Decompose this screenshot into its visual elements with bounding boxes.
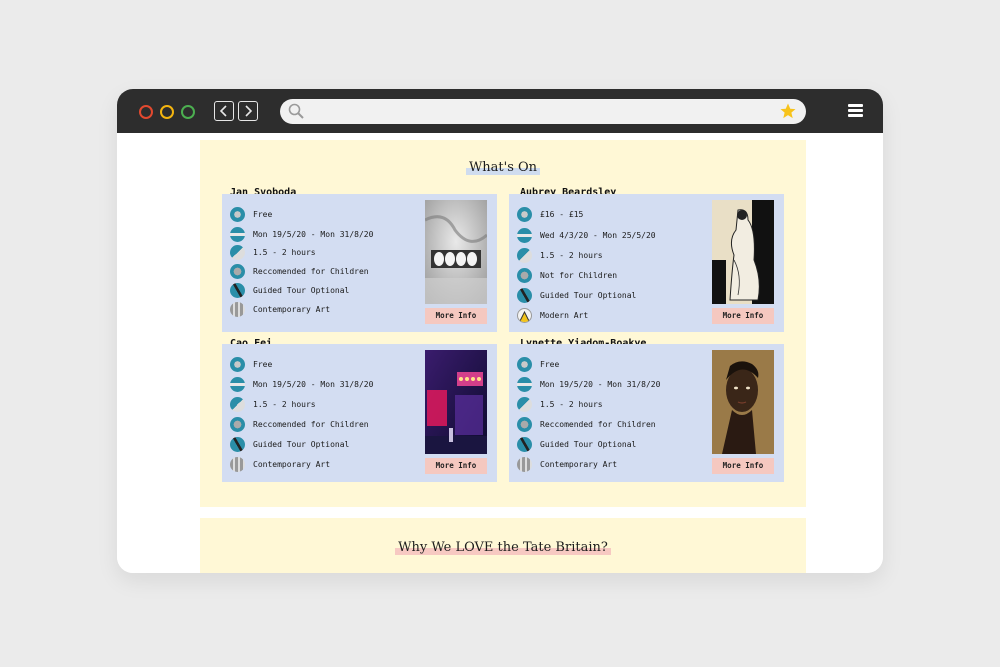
exhibition-duration: 1.5 - 2 hours xyxy=(253,247,316,257)
exhibition-dates: Mon 19/5/20 - Mon 31/8/20 xyxy=(253,379,374,389)
exhibition-price: £16 - £15 xyxy=(540,209,584,219)
exhibition-audience: Reccomended for Children xyxy=(253,266,369,276)
star-icon[interactable] xyxy=(779,102,797,124)
clock-icon xyxy=(517,247,532,263)
calendar-icon xyxy=(517,227,532,243)
exhibition-genre: Contemporary Art xyxy=(253,459,331,469)
why-love-title: Why We LOVE the Tate Britain? xyxy=(200,540,806,555)
children-icon xyxy=(517,267,532,283)
exhibition-dates: Wed 4/3/20 - Mon 25/5/20 xyxy=(540,230,656,240)
exhibition-card: Free Mon 19/5/20 - Mon 31/8/20 1.5 - 2 h… xyxy=(222,344,497,482)
exhibition-dates: Mon 19/5/20 - Mon 31/8/20 xyxy=(253,229,374,239)
forward-button[interactable] xyxy=(238,101,258,121)
hamburger-menu-icon[interactable] xyxy=(848,104,863,117)
window-maximize-button[interactable] xyxy=(181,105,195,119)
exhibition-tour: Guided Tour Optional xyxy=(253,285,350,295)
whats-on-section: What's On Jan Svoboda Free Mon 19/5/20 -… xyxy=(200,140,806,507)
more-info-button[interactable]: More Info xyxy=(712,458,774,474)
art-style-icon xyxy=(230,456,245,472)
price-icon xyxy=(230,206,245,222)
exhibition-price: Free xyxy=(253,209,273,219)
exhibition-genre: Contemporary Art xyxy=(253,304,331,314)
exhibition-price: Free xyxy=(540,359,560,369)
browser-toolbar xyxy=(117,89,883,133)
more-info-button[interactable]: More Info xyxy=(712,308,774,324)
artwork-image[interactable] xyxy=(425,350,487,454)
art-style-icon xyxy=(517,456,532,472)
browser-window: What's On Jan Svoboda Free Mon 19/5/20 -… xyxy=(117,89,883,573)
exhibition-card: Free Mon 19/5/20 - Mon 31/8/20 1.5 - 2 h… xyxy=(222,194,497,332)
page-content: What's On Jan Svoboda Free Mon 19/5/20 -… xyxy=(117,133,883,573)
exhibition-card: £16 - £15 Wed 4/3/20 - Mon 25/5/20 1.5 -… xyxy=(509,194,784,332)
artwork-image[interactable] xyxy=(712,200,774,304)
children-icon xyxy=(230,263,245,279)
exhibition-genre: Modern Art xyxy=(540,310,589,320)
more-info-button[interactable]: More Info xyxy=(425,308,487,324)
price-icon xyxy=(517,206,532,222)
exhibition-tour: Guided Tour Optional xyxy=(540,439,637,449)
calendar-icon xyxy=(517,376,532,392)
calendar-icon xyxy=(230,226,245,242)
tour-guide-icon xyxy=(517,287,532,303)
artwork-image[interactable] xyxy=(712,350,774,454)
art-style-icon xyxy=(517,307,532,323)
price-icon xyxy=(517,356,532,372)
exhibition-duration: 1.5 - 2 hours xyxy=(540,250,603,260)
address-bar[interactable] xyxy=(280,99,806,124)
exhibition-tour: Guided Tour Optional xyxy=(540,290,637,300)
chevron-left-icon xyxy=(219,105,227,117)
exhibition-duration: 1.5 - 2 hours xyxy=(540,399,603,409)
more-info-button[interactable]: More Info xyxy=(425,458,487,474)
calendar-icon xyxy=(230,376,245,392)
exhibition-dates: Mon 19/5/20 - Mon 31/8/20 xyxy=(540,379,661,389)
clock-icon xyxy=(230,244,245,260)
search-icon xyxy=(288,103,305,124)
back-button[interactable] xyxy=(214,101,234,121)
why-love-section: Why We LOVE the Tate Britain? xyxy=(200,518,806,573)
chevron-right-icon xyxy=(245,105,253,117)
exhibition-audience: Not for Children xyxy=(540,270,618,280)
exhibition-audience: Reccomended for Children xyxy=(540,419,656,429)
exhibition-duration: 1.5 - 2 hours xyxy=(253,399,316,409)
tour-guide-icon xyxy=(230,436,245,452)
exhibition-price: Free xyxy=(253,359,273,369)
exhibition-card: Free Mon 19/5/20 - Mon 31/8/20 1.5 - 2 h… xyxy=(509,344,784,482)
exhibition-tour: Guided Tour Optional xyxy=(253,439,350,449)
art-style-icon xyxy=(230,301,245,317)
window-close-button[interactable] xyxy=(139,105,153,119)
tour-guide-icon xyxy=(517,436,532,452)
whats-on-title: What's On xyxy=(200,160,806,175)
exhibition-audience: Reccomended for Children xyxy=(253,419,369,429)
artwork-image[interactable] xyxy=(425,200,487,304)
window-minimize-button[interactable] xyxy=(160,105,174,119)
price-icon xyxy=(230,356,245,372)
children-icon xyxy=(517,416,532,432)
clock-icon xyxy=(517,396,532,412)
tour-guide-icon xyxy=(230,282,245,298)
children-icon xyxy=(230,416,245,432)
exhibition-genre: Contemporary Art xyxy=(540,459,618,469)
clock-icon xyxy=(230,396,245,412)
